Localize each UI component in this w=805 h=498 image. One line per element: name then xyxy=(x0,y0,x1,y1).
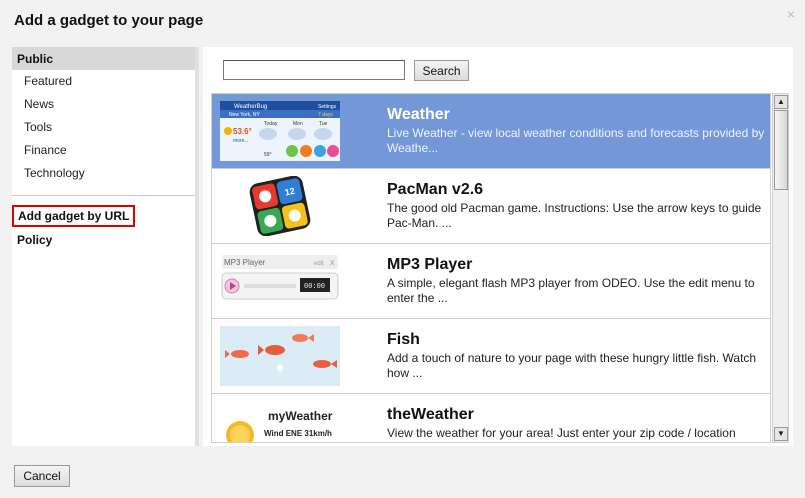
scroll-down-arrow-icon[interactable]: ▼ xyxy=(774,427,788,441)
add-gadget-by-url-link[interactable]: Add gadget by URL xyxy=(12,205,136,227)
weatherbug-day-mon: Mon xyxy=(293,121,303,127)
weatherbug-range: 7 days xyxy=(318,112,333,118)
gadget-browser: Search WeatherBug Settings New York, NY … xyxy=(203,47,793,446)
gadget-name: theWeather xyxy=(387,406,474,423)
cancel-button[interactable]: Cancel xyxy=(14,465,70,487)
gadget-row-mp3-player[interactable]: MP3 Player edit X 00:00 MP3 Player A sim… xyxy=(212,244,770,319)
gadget-description: View the weather for your area! Just ent… xyxy=(387,426,736,440)
mp3-thumb-edit: edit xyxy=(314,261,324,267)
gadget-name: Fish xyxy=(387,331,420,348)
myweather-wind: Wind ENE 31km/h xyxy=(264,429,332,438)
mp3-thumb-close: X xyxy=(330,260,335,267)
close-icon[interactable]: × xyxy=(787,6,795,22)
weatherbug-more: more... xyxy=(233,138,249,144)
weatherbug-settings: Settings xyxy=(318,104,337,110)
mp3-player-thumbnail: MP3 Player edit X 00:00 xyxy=(220,251,340,311)
fish-thumbnail xyxy=(220,326,340,386)
policy-link[interactable]: Policy xyxy=(12,227,195,253)
weatherbug-thumbnail: WeatherBug Settings New York, NY 7 days … xyxy=(220,101,340,161)
gadget-description: A simple, elegant flash MP3 player from … xyxy=(387,276,755,305)
sidebar-item-tools[interactable]: Tools xyxy=(12,116,195,139)
weatherbug-temp: 53.6° xyxy=(233,127,252,136)
sidebar-item-finance[interactable]: Finance xyxy=(12,139,195,162)
myweather-label: myWeather xyxy=(268,409,333,423)
dialog-title: Add a gadget to your page xyxy=(14,12,204,29)
pacman-tile-number: 12 xyxy=(284,186,296,198)
scroll-up-arrow-icon[interactable]: ▲ xyxy=(774,95,788,109)
gadget-description: The good old Pacman game. Instructions: … xyxy=(387,201,762,230)
myweather-thumbnail: myWeather Wind ENE 31km/h xyxy=(220,401,340,442)
search-input[interactable] xyxy=(223,60,405,80)
sidebar-section-public[interactable]: Public xyxy=(12,47,195,70)
weatherbug-brand: WeatherBug xyxy=(234,104,267,110)
gadget-row-theweather[interactable]: myWeather Wind ENE 31km/h theWeather Vie… xyxy=(212,394,770,442)
gadget-name: Weather xyxy=(387,106,450,123)
weatherbug-day-today: Today xyxy=(264,121,278,127)
sidebar-item-news[interactable]: News xyxy=(12,93,195,116)
search-button[interactable]: Search xyxy=(414,60,469,81)
gadget-row-weather[interactable]: WeatherBug Settings New York, NY 7 days … xyxy=(212,94,770,169)
gadget-description: Add a touch of nature to your page with … xyxy=(387,351,757,380)
pacman-thumbnail: 12 xyxy=(220,176,340,236)
sidebar-divider xyxy=(12,195,195,205)
weatherbug-city: New York, NY xyxy=(229,112,261,118)
gadget-description: Live Weather - view local weather condit… xyxy=(387,126,765,155)
sidebar-item-technology[interactable]: Technology xyxy=(12,162,195,185)
category-sidebar: Public Featured News Tools Finance Techn… xyxy=(12,47,199,446)
gadget-name: PacMan v2.6 xyxy=(387,181,484,198)
gadget-list: WeatherBug Settings New York, NY 7 days … xyxy=(211,93,771,443)
gadget-row-fish[interactable]: Fish Add a touch of nature to your page … xyxy=(212,319,770,394)
weatherbug-day-tue: Tue xyxy=(319,121,328,127)
mp3-thumb-label: MP3 Player xyxy=(224,258,266,267)
sidebar-item-featured[interactable]: Featured xyxy=(12,70,195,93)
gadget-row-pacman[interactable]: 12 PacMan v2.6 The good old Pacman game.… xyxy=(212,169,770,244)
list-scrollbar[interactable]: ▲ ▼ xyxy=(772,93,789,443)
gadget-name: MP3 Player xyxy=(387,256,473,273)
weatherbug-low: 59° xyxy=(264,152,272,158)
add-gadget-dialog: Add a gadget to your page × Public Featu… xyxy=(0,0,805,498)
scrollbar-thumb[interactable] xyxy=(774,110,788,190)
mp3-thumb-time: 00:00 xyxy=(304,283,325,291)
